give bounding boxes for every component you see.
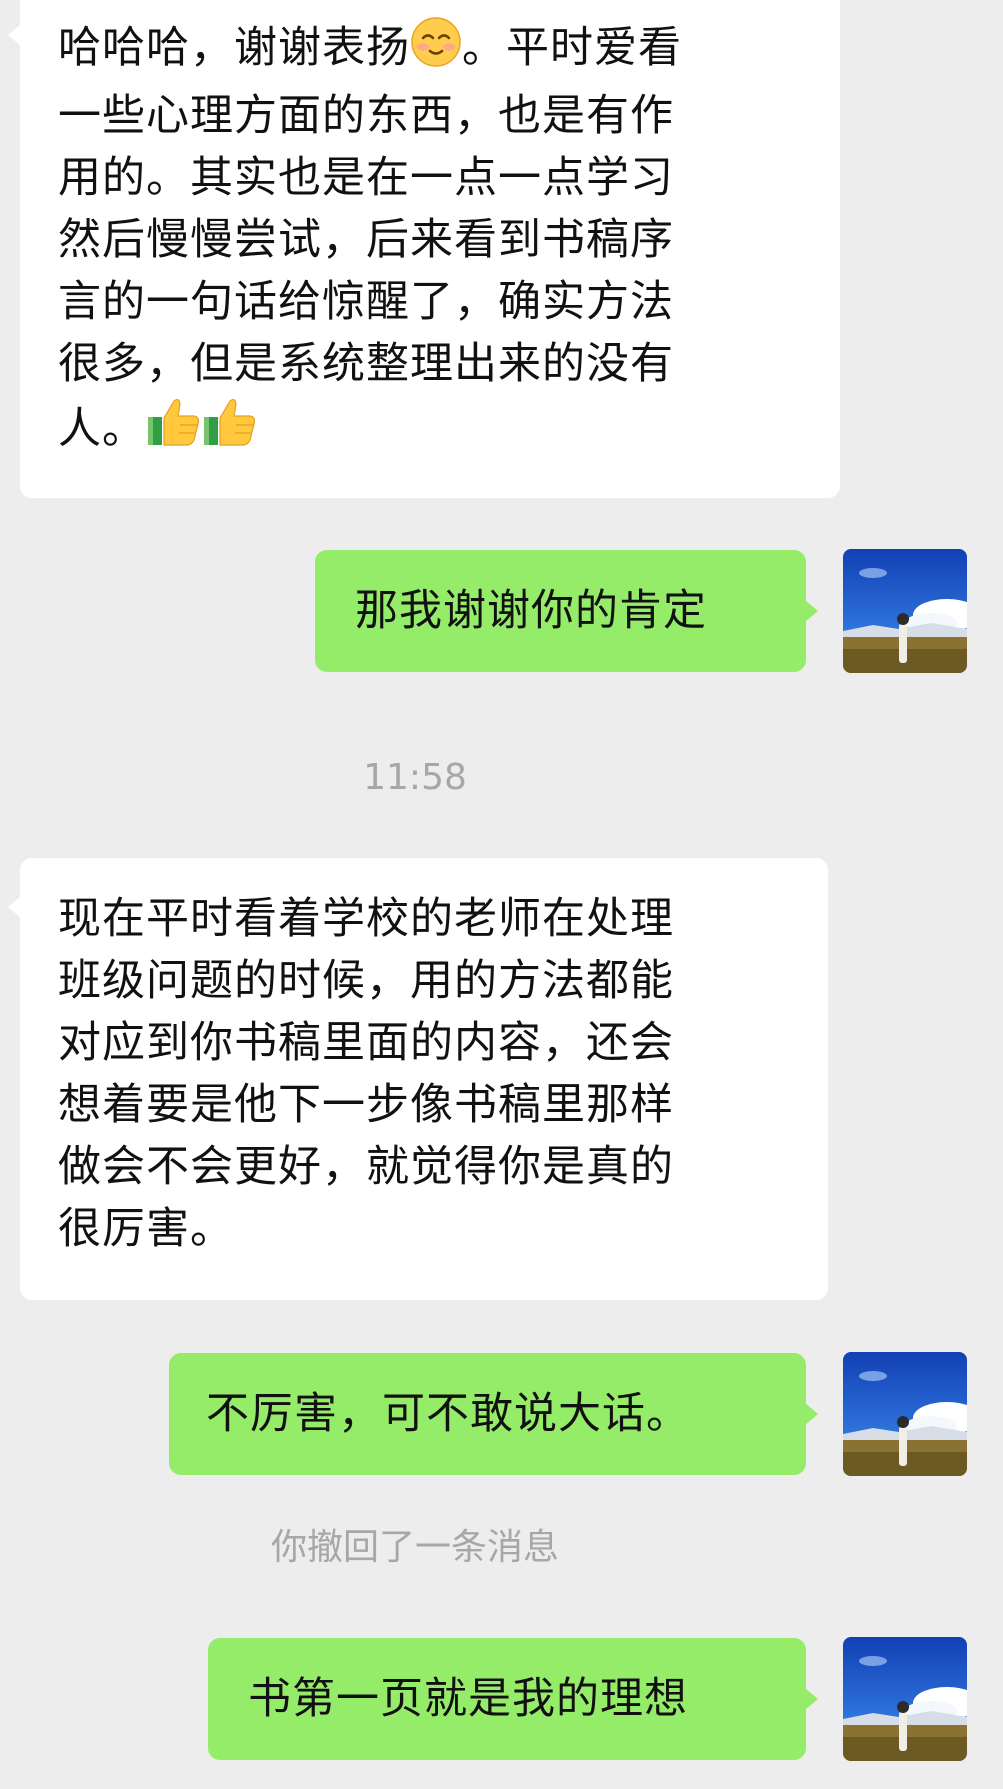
avatar[interactable] bbox=[843, 1352, 967, 1476]
smiling-face-emoji-icon bbox=[410, 16, 462, 85]
bubble-tail bbox=[8, 896, 21, 918]
message-text: 现在平时看着学校的老师在处理 班级问题的时候，用的方法都能 对应到你书稿里面的内… bbox=[58, 894, 674, 1254]
message-text: 那我谢谢你的肯定 bbox=[355, 586, 707, 636]
message-bubble-incoming[interactable]: 哈哈哈，谢谢表扬 。平时爱看 一些心理方面的东西，也是有作 用的。其实也是在一点一… bbox=[8, 0, 840, 498]
bubble-tail bbox=[805, 1403, 818, 1425]
message-text: 不厉害，可不敢说大话。 bbox=[206, 1389, 690, 1439]
message-bubble-outgoing[interactable]: 书第一页就是我的理想 bbox=[208, 1638, 818, 1760]
message-text: 书第一页就是我的理想 bbox=[248, 1674, 688, 1724]
message-bubble-outgoing[interactable]: 那我谢谢你的肯定 bbox=[315, 550, 818, 672]
message-text: 哈哈哈，谢谢表扬 。平时爱看 一些心理方面的东西，也是有作 用的。其实也是在一点一… bbox=[58, 16, 810, 466]
bubble-tail bbox=[8, 24, 21, 46]
recall-notice: 你撤回了一条消息 bbox=[270, 1527, 559, 1568]
avatar[interactable] bbox=[843, 549, 967, 673]
bubble-tail bbox=[805, 1688, 818, 1710]
avatar[interactable] bbox=[843, 1637, 967, 1761]
message-bubble-incoming[interactable]: 现在平时看着学校的老师在处理 班级问题的时候，用的方法都能 对应到你书稿里面的内… bbox=[8, 858, 828, 1300]
thumbs-up-icon bbox=[146, 395, 202, 466]
thumbs-up-icon bbox=[202, 395, 258, 466]
message-bubble-outgoing[interactable]: 不厉害，可不敢说大话。 bbox=[169, 1353, 818, 1475]
bubble-tail bbox=[805, 600, 818, 622]
timestamp: 11:58 bbox=[363, 757, 467, 798]
